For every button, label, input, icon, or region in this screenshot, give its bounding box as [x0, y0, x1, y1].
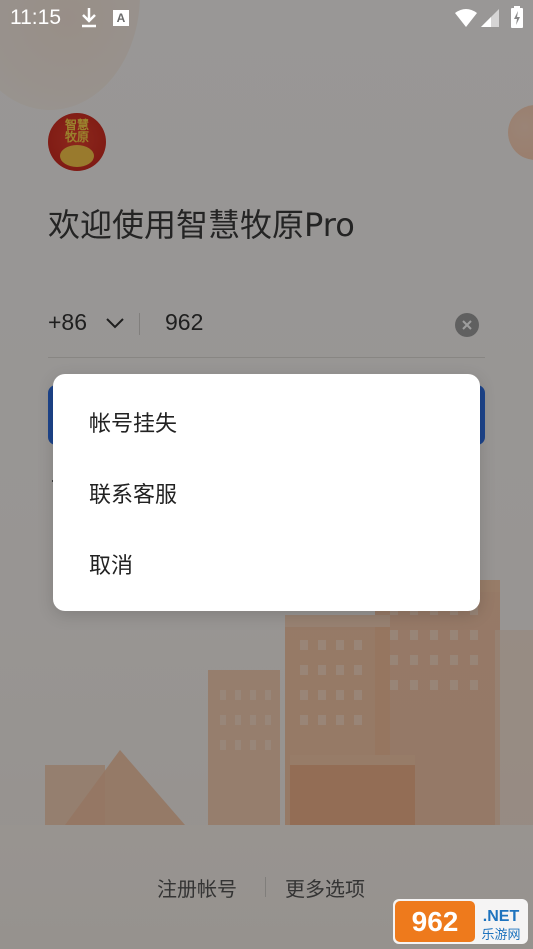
menu-item-label: 帐号挂失	[89, 412, 178, 437]
watermark-subtitle: 乐游网	[481, 928, 520, 943]
status-bar: 11:15 A	[0, 0, 533, 36]
watermark-number: 962	[412, 906, 459, 937]
account-options-dialog: 帐号挂失 联系客服 取消	[53, 374, 480, 611]
watermark-net: .NET	[483, 908, 520, 925]
wifi-icon	[455, 9, 477, 27]
site-watermark-logo: 962 .NET 乐游网	[393, 899, 528, 944]
battery-icon	[511, 6, 523, 28]
status-time: 11:15	[10, 6, 61, 29]
menu-item-contact-support[interactable]: 联系客服	[53, 457, 480, 527]
menu-item-label: 取消	[89, 554, 134, 579]
download-icon	[82, 8, 96, 28]
login-screen: 智慧 牧原 欢迎使用智慧牧原Pro +86 962 注册帐号 更多选项 11:1…	[0, 0, 533, 949]
menu-item-report-lost-account[interactable]: 帐号挂失	[53, 386, 480, 456]
menu-item-label: 联系客服	[89, 483, 178, 508]
menu-item-cancel[interactable]: 取消	[53, 528, 480, 598]
a-badge-icon: A	[113, 10, 129, 26]
signal-icon	[481, 9, 499, 27]
